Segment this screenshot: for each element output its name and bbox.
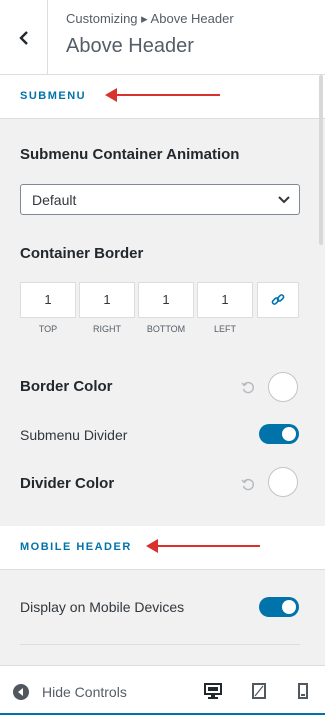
section-title-mobile-header: MOBILE HEADER	[20, 541, 132, 553]
chevron-down-icon	[278, 196, 290, 204]
section-title-submenu: SUBMENU	[20, 90, 87, 102]
hide-controls-button[interactable]: Hide Controls	[12, 683, 127, 701]
collapse-icon	[13, 684, 29, 700]
border-top-input[interactable]: 1	[20, 282, 76, 318]
display-mobile-toggle[interactable]	[259, 597, 299, 617]
animation-label: Submenu Container Animation	[20, 146, 240, 163]
link-icon	[271, 294, 285, 305]
border-side-label: BOTTOM	[146, 324, 186, 334]
annotation-arrow-mobile-header	[146, 539, 260, 553]
divider	[20, 644, 300, 645]
border-color-label: Border Color	[20, 378, 113, 395]
border-color-swatch[interactable]	[268, 372, 298, 402]
submenu-divider-label: Submenu Divider	[20, 427, 128, 443]
tablet-icon	[252, 683, 266, 699]
annotation-arrow-submenu	[105, 88, 220, 102]
customizer-footer: Hide Controls	[0, 665, 325, 715]
scrollbar[interactable]	[319, 75, 323, 245]
mobile-icon	[298, 683, 308, 699]
reset-icon[interactable]	[241, 381, 255, 395]
desktop-preview-button[interactable]	[203, 682, 223, 700]
border-side-label: LEFT	[213, 324, 236, 334]
chevron-left-icon	[18, 30, 28, 45]
border-side-label: RIGHT	[93, 324, 121, 334]
divider-color-label: Divider Color	[20, 475, 115, 492]
hide-controls-label: Hide Controls	[42, 684, 127, 700]
container-border-label: Container Border	[20, 245, 144, 262]
breadcrumb: Customizing ▸ Above Header	[66, 11, 234, 26]
display-mobile-label: Display on Mobile Devices	[20, 599, 185, 615]
link-values-button[interactable]	[257, 282, 299, 318]
animation-select-value: Default	[32, 192, 77, 208]
tablet-preview-button[interactable]	[249, 682, 269, 700]
submenu-divider-toggle[interactable]	[259, 424, 299, 444]
page-title: Above Header	[66, 35, 194, 57]
desktop-icon	[204, 683, 222, 699]
divider-color-swatch[interactable]	[268, 467, 298, 497]
mobile-preview-button[interactable]	[293, 682, 313, 700]
border-right-input[interactable]: 1	[79, 282, 135, 318]
animation-select[interactable]: Default	[20, 184, 300, 215]
border-left-input[interactable]: 1	[197, 282, 253, 318]
back-button[interactable]	[0, 0, 48, 75]
border-bottom-input[interactable]: 1	[138, 282, 194, 318]
customizer-header: Customizing ▸ Above Header Above Header	[0, 0, 325, 75]
border-side-label: TOP	[38, 324, 58, 334]
reset-icon[interactable]	[241, 478, 255, 492]
